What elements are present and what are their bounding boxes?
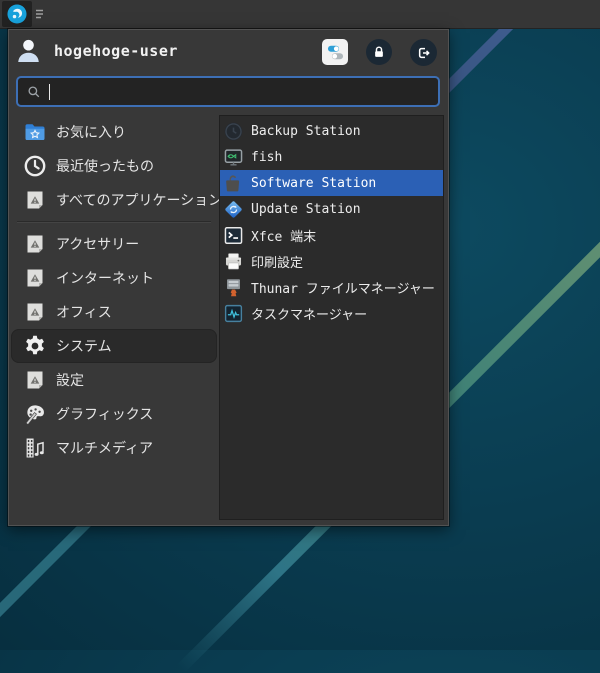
app-item[interactable]: Software Station xyxy=(220,170,443,196)
search-icon xyxy=(26,84,42,100)
category-item[interactable]: 最近使ったもの xyxy=(11,149,217,183)
log-out-button[interactable] xyxy=(410,39,437,66)
update-station-icon xyxy=(223,199,244,220)
category-label: すべてのアプリケーション xyxy=(56,193,223,209)
backup-station-icon xyxy=(223,121,244,142)
category-label: システム xyxy=(56,339,112,355)
logout-icon xyxy=(416,45,432,61)
graphics-icon xyxy=(23,402,47,426)
category-label: お気に入り xyxy=(56,125,126,141)
app-label: Update Station xyxy=(251,201,361,217)
category-label: 設定 xyxy=(56,373,84,389)
generic-app-icon xyxy=(23,232,47,256)
category-label: オフィス xyxy=(56,305,112,321)
terminal-icon xyxy=(223,225,244,246)
app-label: Backup Station xyxy=(251,123,361,139)
category-item[interactable]: アクセサリー xyxy=(11,227,217,261)
username: hogehoge-user xyxy=(54,42,178,60)
app-item[interactable]: 印刷設定 xyxy=(220,248,443,274)
category-item[interactable]: オフィス xyxy=(11,295,217,329)
category-list: お気に入り 最近使ったもの すべてのアプリケーション アクセサリー インターネッ… xyxy=(11,115,222,465)
app-label: Thunar ファイルマネージャー xyxy=(251,281,435,297)
lock-screen-button[interactable] xyxy=(366,39,392,65)
category-item[interactable]: インターネット xyxy=(11,261,217,295)
category-item[interactable]: お気に入り xyxy=(11,115,217,149)
toggles-icon xyxy=(326,43,345,62)
printer-icon xyxy=(223,251,244,272)
category-label: グラフィックス xyxy=(56,407,154,423)
software-station-icon xyxy=(223,173,244,194)
generic-app-icon xyxy=(23,300,47,324)
category-item[interactable]: すべてのアプリケーション xyxy=(11,183,222,217)
top-panel xyxy=(0,0,600,29)
app-label: Software Station xyxy=(251,175,377,191)
category-item[interactable]: 設定 xyxy=(11,363,217,397)
fish-terminal-icon xyxy=(223,147,244,168)
generic-app-icon xyxy=(23,266,47,290)
app-item[interactable]: fish xyxy=(220,144,443,170)
category-separator xyxy=(17,221,211,223)
search-box[interactable] xyxy=(16,76,440,107)
user-icon xyxy=(14,36,43,65)
whisker-menu-window: hogehoge-user お気に入り 最近使ったもの すべてのアプリケーション… xyxy=(8,29,449,526)
clock-icon xyxy=(23,154,47,178)
category-item[interactable]: システム xyxy=(11,329,217,363)
task-manager-icon xyxy=(223,303,244,324)
category-label: インターネット xyxy=(56,271,154,287)
distro-logo-icon xyxy=(6,3,28,25)
whisker-menu-button[interactable] xyxy=(2,1,32,27)
app-item[interactable]: Xfce 端末 xyxy=(220,222,443,248)
app-label: Xfce 端末 xyxy=(251,229,317,245)
app-item[interactable]: Backup Station xyxy=(220,118,443,144)
lock-icon xyxy=(371,44,387,60)
generic-app-icon xyxy=(23,368,47,392)
app-item[interactable]: タスクマネージャー xyxy=(220,300,443,326)
multimedia-icon xyxy=(23,436,47,460)
generic-app-icon xyxy=(23,188,47,212)
app-item[interactable]: Update Station xyxy=(220,196,443,222)
category-label: 最近使ったもの xyxy=(56,159,154,175)
favorites-folder-icon xyxy=(23,120,47,144)
app-item[interactable]: Thunar ファイルマネージャー xyxy=(220,274,443,300)
search-input[interactable] xyxy=(57,84,430,99)
text-caret xyxy=(49,83,50,100)
app-label: fish xyxy=(251,149,283,165)
category-item[interactable]: マルチメディア xyxy=(11,431,217,465)
category-item[interactable]: グラフィックス xyxy=(11,397,217,431)
app-label: 印刷設定 xyxy=(251,255,304,271)
app-label: タスクマネージャー xyxy=(251,307,368,323)
gear-icon xyxy=(23,334,47,358)
menu-lines-icon[interactable] xyxy=(35,8,45,20)
all-settings-button[interactable] xyxy=(322,39,348,65)
thunar-icon xyxy=(223,277,244,298)
category-label: マルチメディア xyxy=(56,441,154,457)
category-label: アクセサリー xyxy=(56,237,140,253)
application-list: Backup Station fish Software Station Upd… xyxy=(219,115,444,520)
